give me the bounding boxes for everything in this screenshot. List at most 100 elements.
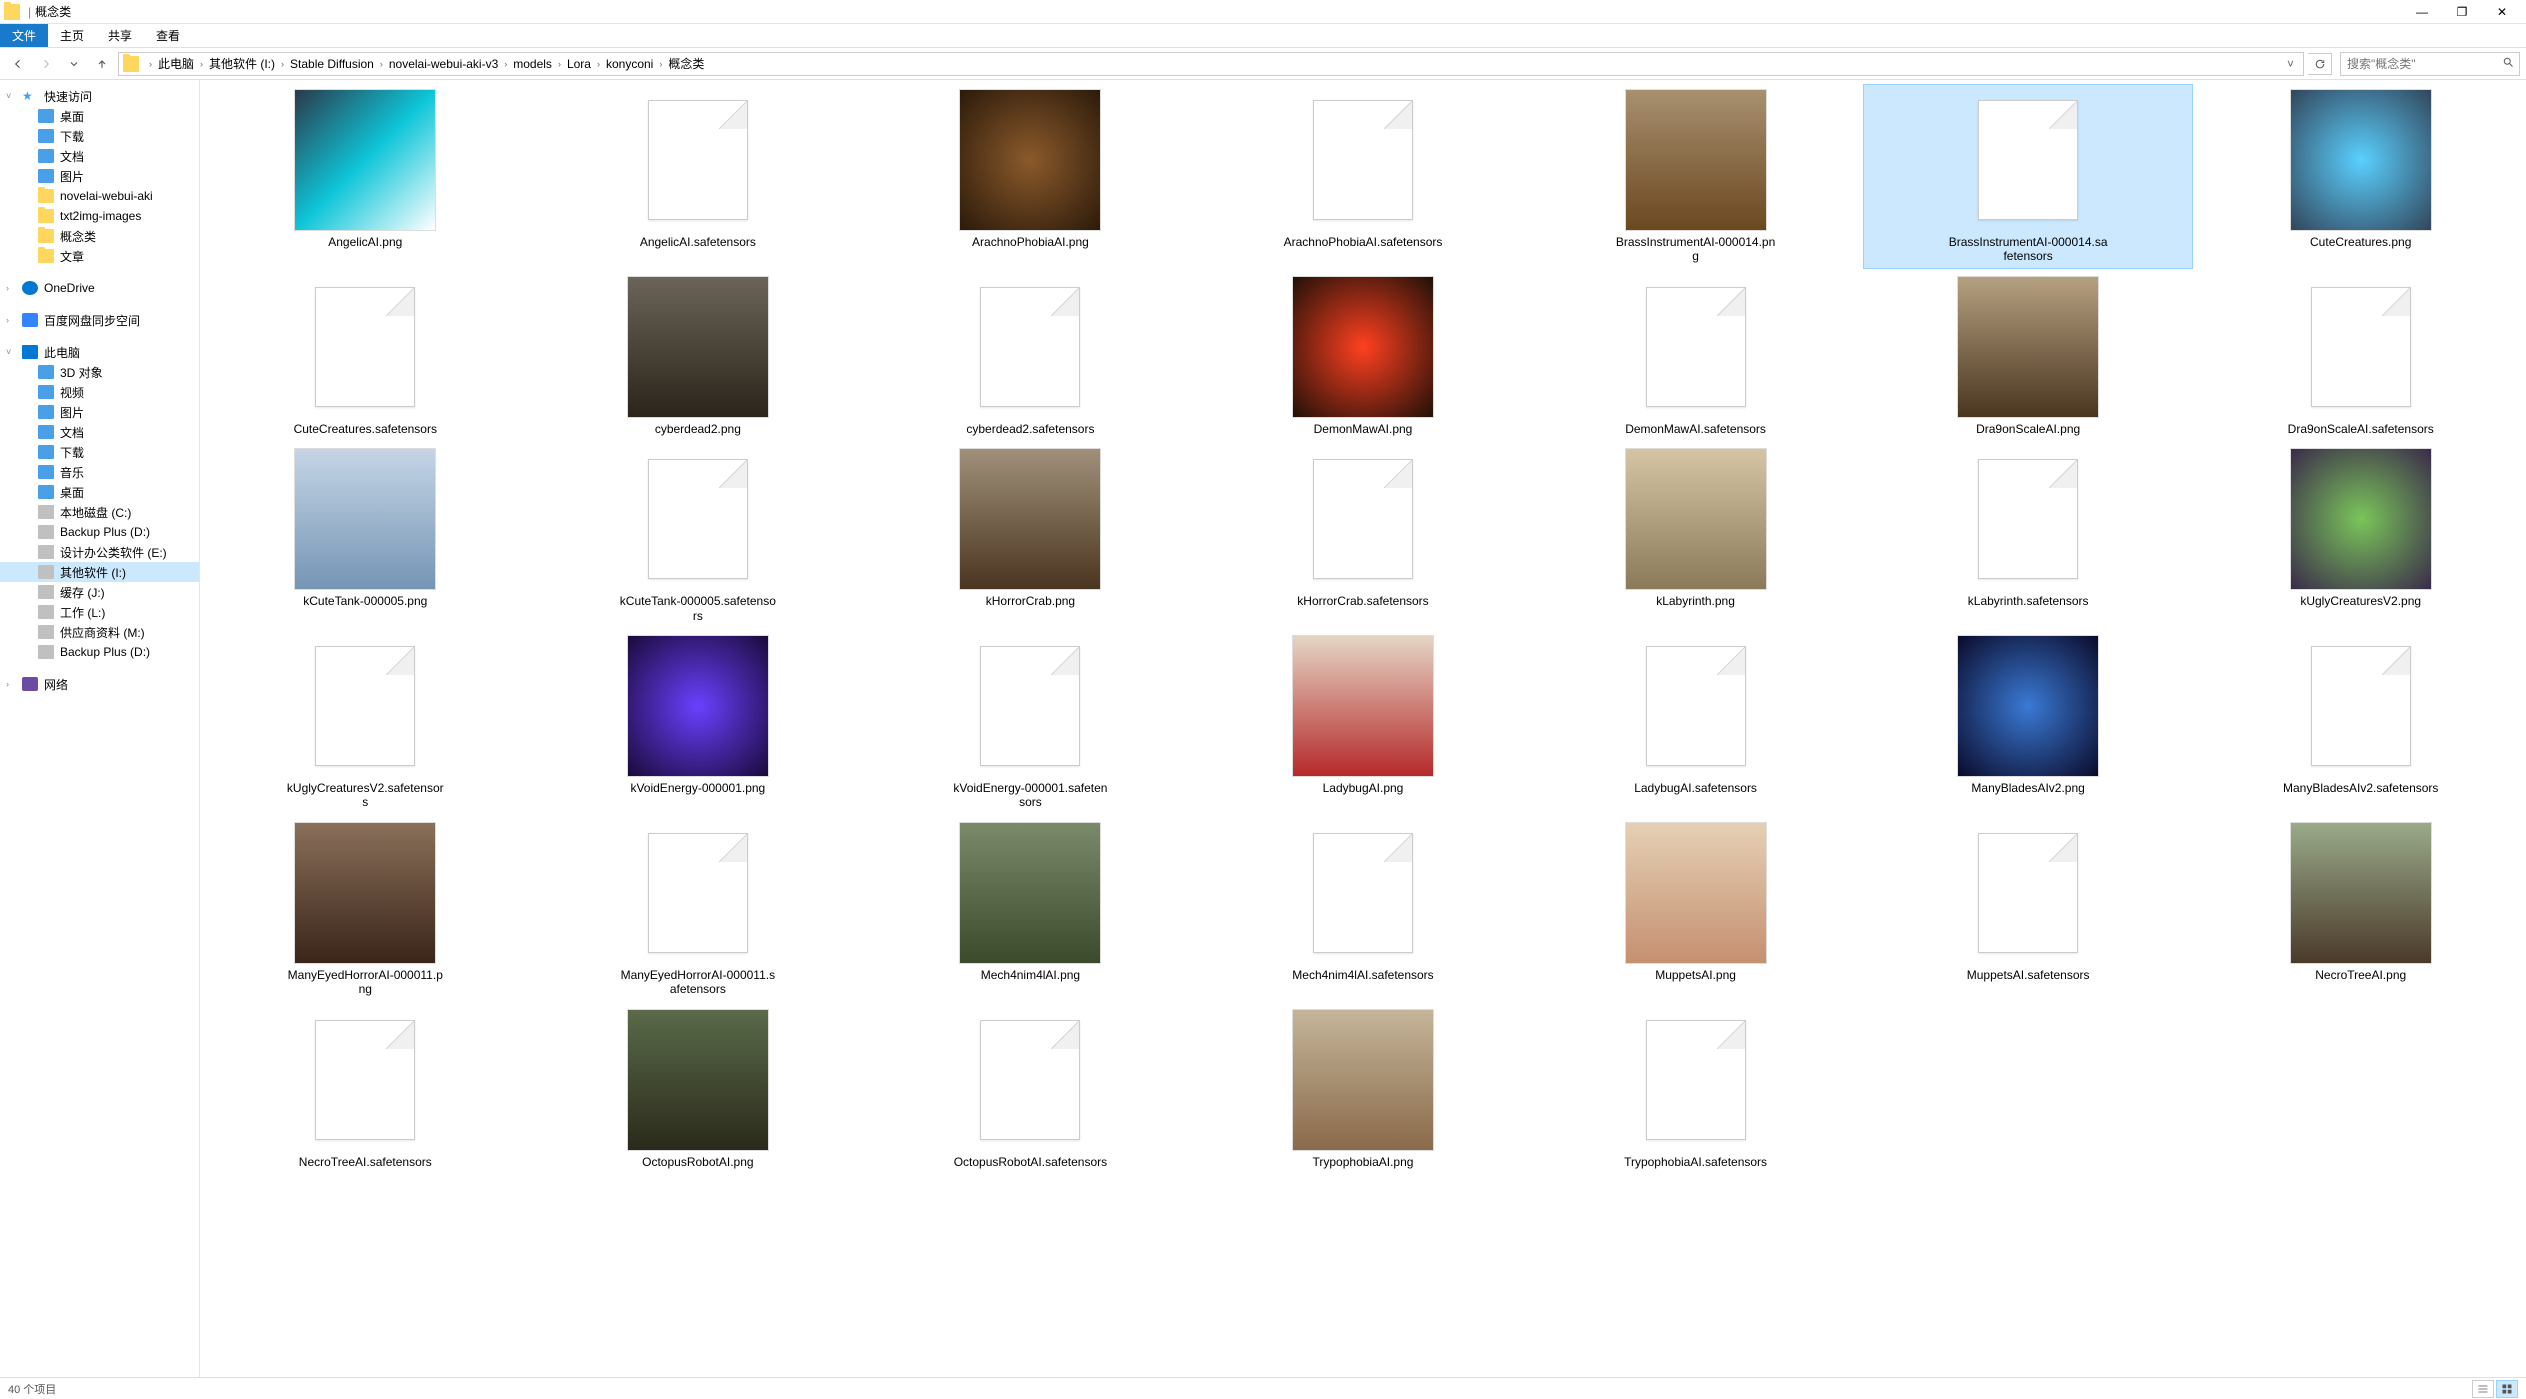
file-item[interactable]: Dra9onScaleAI.png [1863, 271, 2194, 441]
chevron-right-icon[interactable]: › [196, 59, 207, 69]
back-button[interactable] [6, 52, 30, 76]
ribbon-tab-file[interactable]: 文件 [0, 24, 48, 47]
maximize-button[interactable]: ❐ [2442, 0, 2482, 24]
file-item[interactable]: kCuteTank-000005.png [200, 443, 531, 628]
ribbon-tab-share[interactable]: 共享 [96, 24, 144, 47]
sidebar[interactable]: ˅ ★ 快速访问 桌面下载文档图片novelai-webui-akitxt2im… [0, 80, 200, 1377]
chevron-right-icon[interactable]: › [6, 679, 9, 689]
file-item[interactable]: ManyBladesAIv2.png [1863, 630, 2194, 815]
file-item[interactable]: DemonMawAI.png [1198, 271, 1529, 441]
file-item[interactable]: ArachnoPhobiaAI.safetensors [1198, 84, 1529, 269]
chevron-right-icon[interactable]: › [593, 59, 604, 69]
file-item[interactable]: kHorrorCrab.png [865, 443, 1196, 628]
file-item[interactable]: OctopusRobotAI.safetensors [865, 1004, 1196, 1174]
file-item[interactable]: ManyEyedHorrorAI-000011.png [200, 817, 531, 1002]
chevron-right-icon[interactable]: › [145, 59, 156, 69]
sidebar-item[interactable]: 本地磁盘 (C:) [0, 502, 199, 522]
chevron-right-icon[interactable]: › [655, 59, 666, 69]
sidebar-item[interactable]: 下载 [0, 442, 199, 462]
sidebar-quick-access[interactable]: ˅ ★ 快速访问 [0, 86, 199, 106]
file-item[interactable]: NecroTreeAI.png [2195, 817, 2526, 1002]
recent-dropdown[interactable] [62, 52, 86, 76]
sidebar-network[interactable]: › 网络 [0, 674, 199, 694]
sidebar-item[interactable]: 其他软件 (I:) [0, 562, 199, 582]
file-item[interactable]: ManyBladesAIv2.safetensors [2195, 630, 2526, 815]
file-item[interactable]: kUglyCreaturesV2.safetensors [200, 630, 531, 815]
sidebar-item[interactable]: 文档 [0, 146, 199, 166]
sidebar-onedrive[interactable]: › OneDrive [0, 278, 199, 298]
address-dropdown[interactable]: ˅ [2281, 53, 2299, 75]
file-item[interactable]: OctopusRobotAI.png [533, 1004, 864, 1174]
file-item[interactable]: kLabyrinth.safetensors [1863, 443, 2194, 628]
file-item[interactable]: kLabyrinth.png [1530, 443, 1861, 628]
search-input[interactable] [2347, 57, 2502, 71]
close-button[interactable]: ✕ [2482, 0, 2522, 24]
breadcrumb-segment[interactable]: konyconi [604, 53, 655, 75]
sidebar-item[interactable]: 文章 [0, 246, 199, 266]
file-item[interactable]: kVoidEnergy-000001.safetensors [865, 630, 1196, 815]
file-item[interactable]: NecroTreeAI.safetensors [200, 1004, 531, 1174]
breadcrumb[interactable]: › 此电脑›其他软件 (I:)›Stable Diffusion›novelai… [118, 52, 2304, 76]
sidebar-item[interactable]: txt2img-images [0, 206, 199, 226]
file-item[interactable]: ArachnoPhobiaAI.png [865, 84, 1196, 269]
sidebar-item[interactable]: 供应商资料 (M:) [0, 622, 199, 642]
file-item[interactable]: AngelicAI.safetensors [533, 84, 864, 269]
refresh-button[interactable] [2308, 53, 2332, 75]
sidebar-item[interactable]: 概念类 [0, 226, 199, 246]
sidebar-item[interactable]: 设计办公类软件 (E:) [0, 542, 199, 562]
file-item[interactable]: Dra9onScaleAI.safetensors [2195, 271, 2526, 441]
file-item[interactable]: kCuteTank-000005.safetensors [533, 443, 864, 628]
ribbon-tab-view[interactable]: 查看 [144, 24, 192, 47]
file-item[interactable]: TrypophobiaAI.png [1198, 1004, 1529, 1174]
sidebar-item[interactable]: Backup Plus (D:) [0, 642, 199, 662]
breadcrumb-segment[interactable]: novelai-webui-aki-v3 [387, 53, 500, 75]
sidebar-item[interactable]: 图片 [0, 402, 199, 422]
file-item[interactable]: MuppetsAI.png [1530, 817, 1861, 1002]
file-item[interactable]: kUglyCreaturesV2.png [2195, 443, 2526, 628]
file-item[interactable]: LadybugAI.png [1198, 630, 1529, 815]
sidebar-item[interactable]: 桌面 [0, 482, 199, 502]
search-box[interactable] [2340, 52, 2520, 76]
chevron-right-icon[interactable]: › [277, 59, 288, 69]
sidebar-item[interactable]: 图片 [0, 166, 199, 186]
file-item[interactable]: LadybugAI.safetensors [1530, 630, 1861, 815]
minimize-button[interactable]: — [2402, 0, 2442, 24]
file-item[interactable]: CuteCreatures.png [2195, 84, 2526, 269]
sidebar-item[interactable]: 缓存 (J:) [0, 582, 199, 602]
file-item[interactable]: Mech4nim4lAI.safetensors [1198, 817, 1529, 1002]
breadcrumb-segment[interactable]: 其他软件 (I:) [207, 53, 277, 75]
file-item[interactable]: BrassInstrumentAI-000014.png [1530, 84, 1861, 269]
chevron-right-icon[interactable]: › [554, 59, 565, 69]
file-item[interactable]: MuppetsAI.safetensors [1863, 817, 2194, 1002]
sidebar-item[interactable]: 音乐 [0, 462, 199, 482]
chevron-right-icon[interactable]: › [500, 59, 511, 69]
sidebar-item[interactable]: 3D 对象 [0, 362, 199, 382]
sidebar-item[interactable]: Backup Plus (D:) [0, 522, 199, 542]
file-item[interactable]: Mech4nim4lAI.png [865, 817, 1196, 1002]
files-pane[interactable]: AngelicAI.pngAngelicAI.safetensorsArachn… [200, 80, 2526, 1377]
file-item[interactable]: TrypophobiaAI.safetensors [1530, 1004, 1861, 1174]
forward-button[interactable] [34, 52, 58, 76]
chevron-right-icon[interactable]: › [6, 315, 9, 325]
file-item[interactable]: kHorrorCrab.safetensors [1198, 443, 1529, 628]
sidebar-baidu[interactable]: › 百度网盘同步空间 [0, 310, 199, 330]
breadcrumb-segment[interactable]: models [511, 53, 554, 75]
ribbon-tab-home[interactable]: 主页 [48, 24, 96, 47]
file-item[interactable]: DemonMawAI.safetensors [1530, 271, 1861, 441]
file-item[interactable]: kVoidEnergy-000001.png [533, 630, 864, 815]
chevron-down-icon[interactable]: ˅ [6, 91, 11, 101]
chevron-right-icon[interactable]: › [6, 283, 9, 293]
up-button[interactable] [90, 52, 114, 76]
view-details-button[interactable] [2472, 1380, 2494, 1398]
breadcrumb-segment[interactable]: 此电脑 [156, 53, 196, 75]
sidebar-item[interactable]: 工作 (L:) [0, 602, 199, 622]
breadcrumb-segment[interactable]: Stable Diffusion [288, 53, 376, 75]
file-item[interactable]: CuteCreatures.safetensors [200, 271, 531, 441]
file-item[interactable]: ManyEyedHorrorAI-000011.safetensors [533, 817, 864, 1002]
breadcrumb-segment[interactable]: 概念类 [666, 53, 706, 75]
sidebar-item[interactable]: 视频 [0, 382, 199, 402]
file-item[interactable]: BrassInstrumentAI-000014.safetensors [1863, 84, 2194, 269]
chevron-right-icon[interactable]: › [376, 59, 387, 69]
file-item[interactable]: AngelicAI.png [200, 84, 531, 269]
view-large-icons-button[interactable] [2496, 1380, 2518, 1398]
